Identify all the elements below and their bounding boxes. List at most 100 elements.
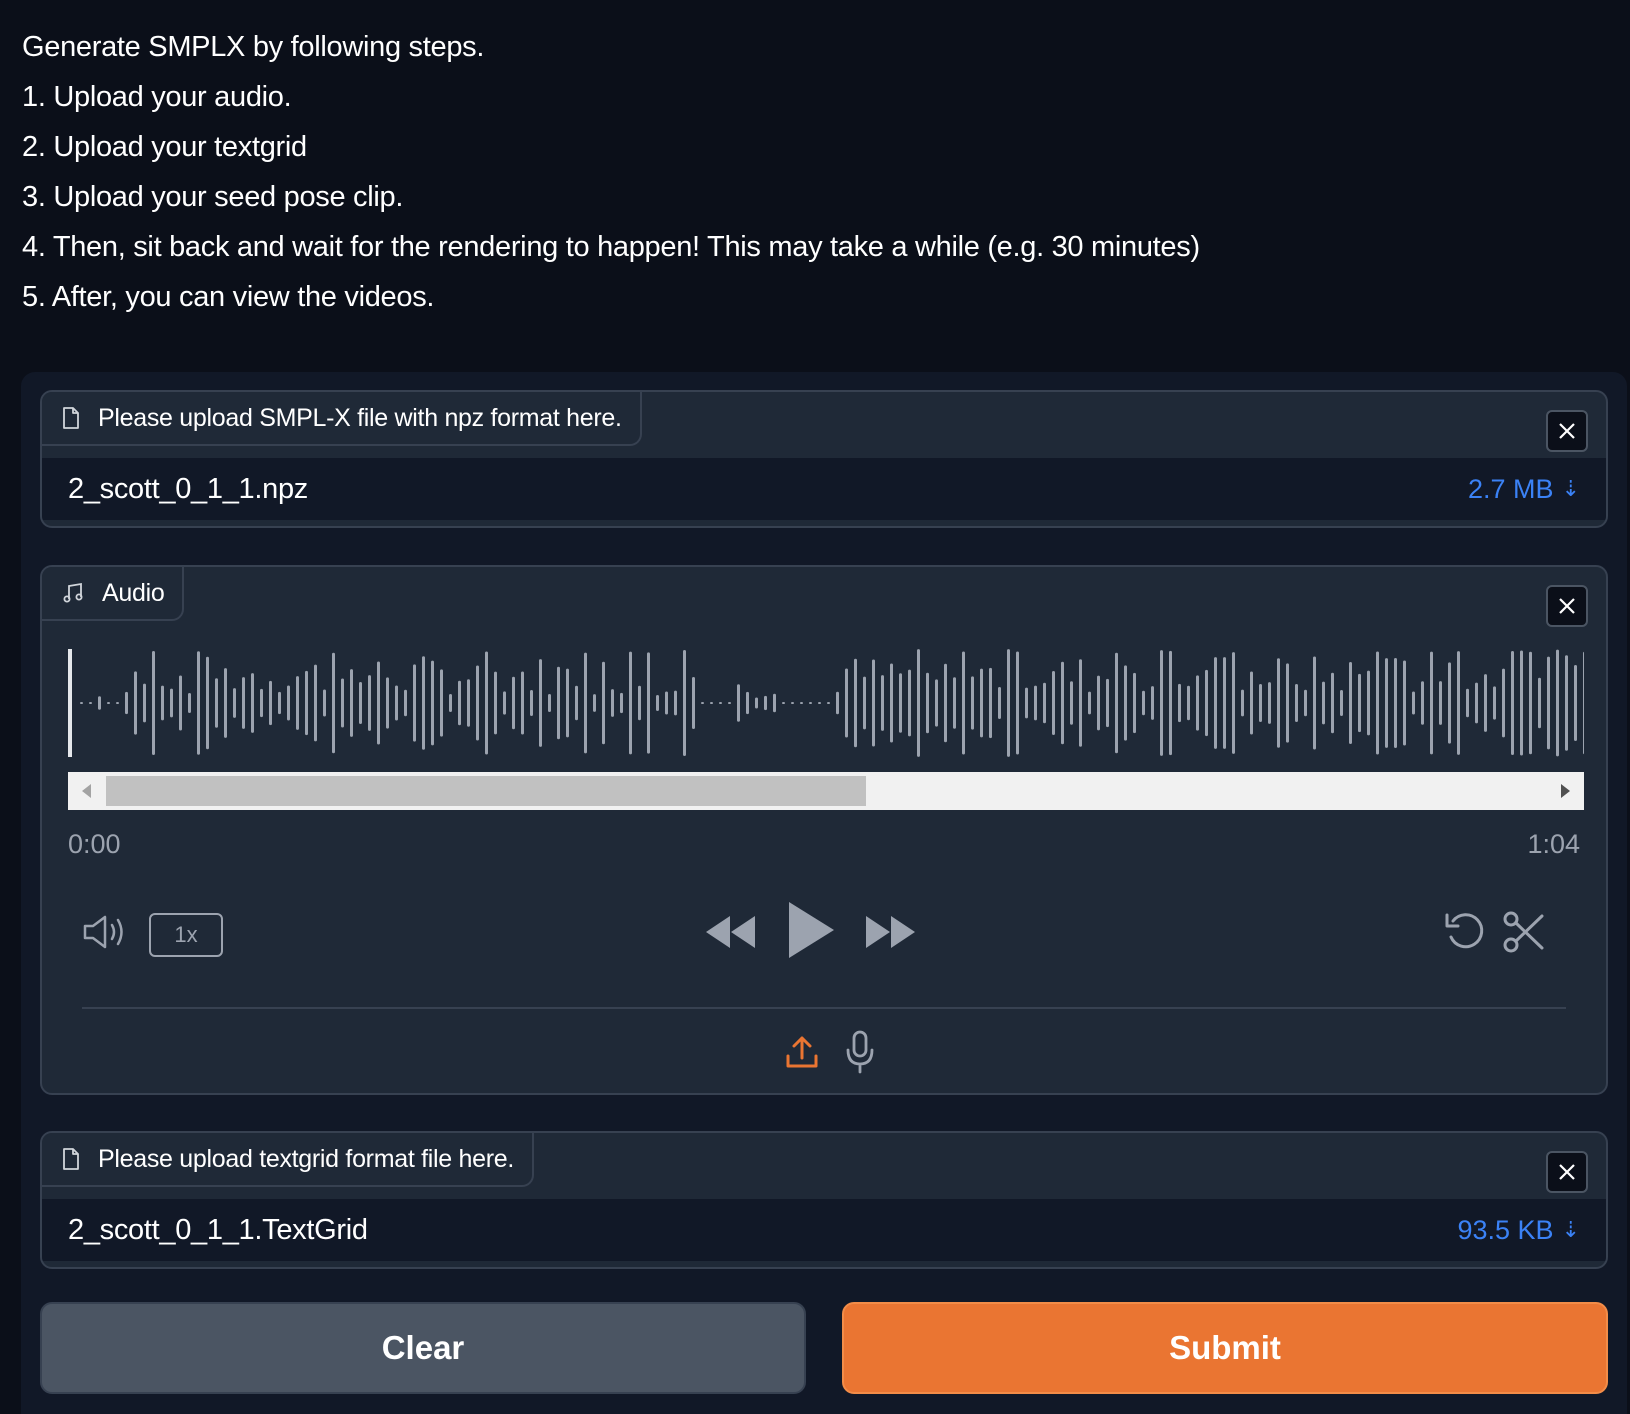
waveform-bar: [764, 695, 767, 711]
scroll-thumb[interactable]: [106, 776, 866, 806]
audio-label: Audio: [42, 567, 185, 621]
waveform-bar: [485, 651, 488, 755]
upload-audio-button[interactable]: [782, 1029, 822, 1075]
undo-icon: [1445, 913, 1484, 949]
waveform-bar: [1430, 651, 1433, 755]
waveform-bar: [980, 668, 983, 738]
waveform-bar: [953, 677, 956, 729]
waveform-bar: [899, 673, 902, 733]
waveform-bar: [890, 663, 893, 743]
waveform-bar: [1403, 660, 1406, 746]
waveform-bar: [1475, 682, 1478, 724]
audio-waveform[interactable]: [68, 647, 1584, 759]
waveform-bar: [1547, 656, 1550, 750]
waveform-bar: [818, 702, 821, 704]
waveform-bar: [800, 702, 803, 704]
waveform-bar: [1196, 675, 1199, 731]
waveform-bar: [1142, 690, 1145, 716]
waveform-bar: [1385, 658, 1388, 748]
waveform-bar: [1358, 673, 1361, 733]
smplx-clear-button[interactable]: [1546, 410, 1588, 452]
smplx-upload-label: Please upload SMPL-X file with npz forma…: [42, 392, 642, 446]
waveform-bar: [557, 666, 560, 740]
waveform-bar: [566, 668, 569, 738]
record-audio-button[interactable]: [842, 1027, 878, 1077]
current-time: 0:00: [68, 829, 121, 859]
waveform-bar: [746, 691, 749, 715]
waveform-bar: [98, 696, 101, 710]
textgrid-clear-button[interactable]: [1546, 1151, 1588, 1193]
waveform-bar: [1178, 683, 1181, 723]
waveform-bar: [1439, 681, 1442, 725]
playhead[interactable]: [68, 649, 72, 757]
waveform-bar: [1457, 651, 1460, 755]
waveform-bar: [539, 659, 542, 747]
waveform-bar: [89, 702, 92, 704]
waveform-bar: [1511, 651, 1514, 755]
waveform-bar: [1538, 677, 1541, 729]
instruction-step-3: 3. Upload your seed pose clip.: [22, 181, 404, 213]
clear-button[interactable]: Clear: [40, 1302, 806, 1394]
waveform-bar: [1448, 662, 1451, 744]
waveform-bar: [440, 669, 443, 737]
waveform-bar: [1070, 681, 1073, 725]
playback-speed-button[interactable]: 1x: [149, 913, 223, 957]
audio-clear-button[interactable]: [1546, 585, 1588, 627]
waveform-bar: [476, 665, 479, 741]
waveform-bar: [107, 702, 110, 704]
waveform-bar: [521, 671, 524, 735]
waveform-bar: [1124, 665, 1127, 741]
textgrid-file-download-link[interactable]: 93.5 KB ⇣: [1457, 1215, 1580, 1246]
instructions-title: Generate SMPLX by following steps.: [22, 31, 485, 63]
file-icon: [63, 1148, 79, 1170]
reset-button[interactable]: [1442, 907, 1490, 957]
fast-forward-button[interactable]: [864, 907, 918, 957]
waveform-bar: [1250, 671, 1253, 735]
waveform-bar: [134, 671, 137, 735]
waveform-bar: [1295, 683, 1298, 723]
trim-button[interactable]: [1500, 907, 1548, 957]
instruction-step-1: 1. Upload your audio.: [22, 81, 292, 113]
waveform-bar: [80, 702, 83, 704]
play-button[interactable]: [784, 895, 838, 965]
waveform-bar: [341, 678, 344, 728]
waveform-bar: [143, 683, 146, 723]
waveform-bar: [1583, 651, 1584, 755]
scroll-right-arrow[interactable]: [1561, 784, 1570, 798]
textgrid-file-upload: Please upload textgrid format file here.…: [40, 1131, 1608, 1269]
waveform-bar: [422, 656, 425, 750]
waveform-bar: [548, 694, 551, 712]
waveform-bar: [809, 702, 812, 704]
waveform-bar: [728, 702, 731, 704]
waveform-bar: [413, 664, 416, 742]
file-icon: [63, 407, 79, 429]
waveform-bar: [656, 694, 659, 712]
waveform-bar: [386, 677, 389, 729]
upload-icon: [786, 1036, 818, 1068]
textgrid-file-row: 2_scott_0_1_1.TextGrid 93.5 KB ⇣: [42, 1199, 1606, 1261]
waveform-bar: [1484, 674, 1487, 732]
waveform-bar: [1259, 683, 1262, 723]
waveform-bar: [584, 652, 587, 754]
waveform-bar: [431, 660, 434, 746]
waveform-bar: [1061, 661, 1064, 745]
rewind-button[interactable]: [704, 907, 758, 957]
waveform-bar: [737, 684, 740, 722]
audio-label-text: Audio: [102, 578, 165, 607]
audio-divider: [82, 1007, 1566, 1009]
waveform-bar: [1421, 681, 1424, 725]
smplx-file-download-link[interactable]: 2.7 MB ⇣: [1468, 474, 1580, 505]
waveform-scrollbar[interactable]: [68, 772, 1584, 810]
waveform-bar: [1268, 682, 1271, 724]
waveform-bar: [314, 664, 317, 742]
waveform-bar: [251, 673, 254, 733]
waveform-bar: [620, 692, 623, 714]
volume-button[interactable]: [80, 907, 130, 957]
scroll-left-arrow[interactable]: [82, 784, 91, 798]
submit-button[interactable]: Submit: [842, 1302, 1608, 1394]
audio-player: Audio 0:00 1:04 1x: [40, 565, 1608, 1095]
waveform-bar: [782, 702, 785, 704]
waveform-bar: [449, 694, 452, 712]
waveform-bar: [629, 651, 632, 755]
waveform-bar: [773, 693, 776, 713]
